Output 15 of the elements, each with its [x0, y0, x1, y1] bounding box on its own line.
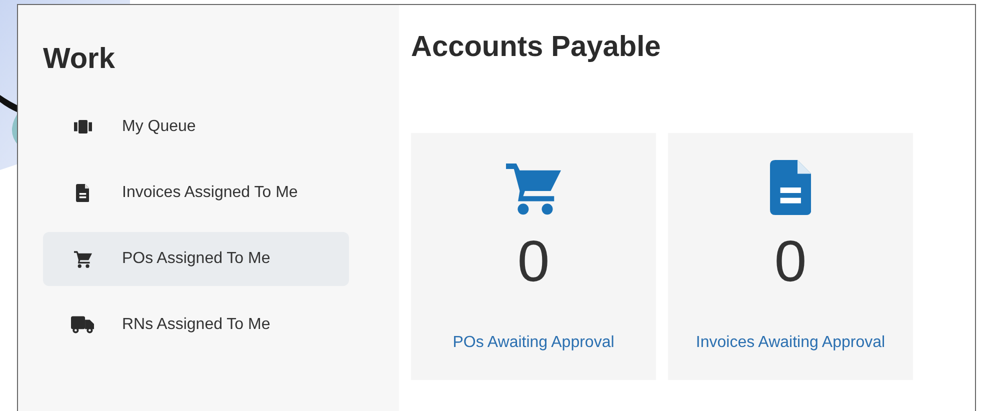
cart-icon — [74, 250, 92, 268]
approval-link[interactable]: POs Awaiting Approval — [452, 331, 614, 355]
sidebar-item[interactable]: RNs Assigned To Me — [43, 298, 349, 352]
page-title: Accounts Payable — [411, 33, 661, 62]
sidebar-title: Work — [43, 45, 115, 74]
count-value: 0 — [774, 233, 807, 291]
columns-icon — [74, 120, 92, 134]
truck-icon — [70, 316, 94, 334]
sidebar-item[interactable]: My Queue — [43, 100, 349, 154]
approval-link[interactable]: Invoices Awaiting Approval — [696, 331, 886, 355]
document-icon — [76, 184, 90, 202]
sidebar-item[interactable]: POs Assigned To Me — [43, 232, 349, 286]
count-value: 0 — [517, 233, 550, 291]
sidebar-item[interactable]: Invoices Assigned To Me — [43, 166, 349, 220]
document-icon — [770, 160, 812, 214]
